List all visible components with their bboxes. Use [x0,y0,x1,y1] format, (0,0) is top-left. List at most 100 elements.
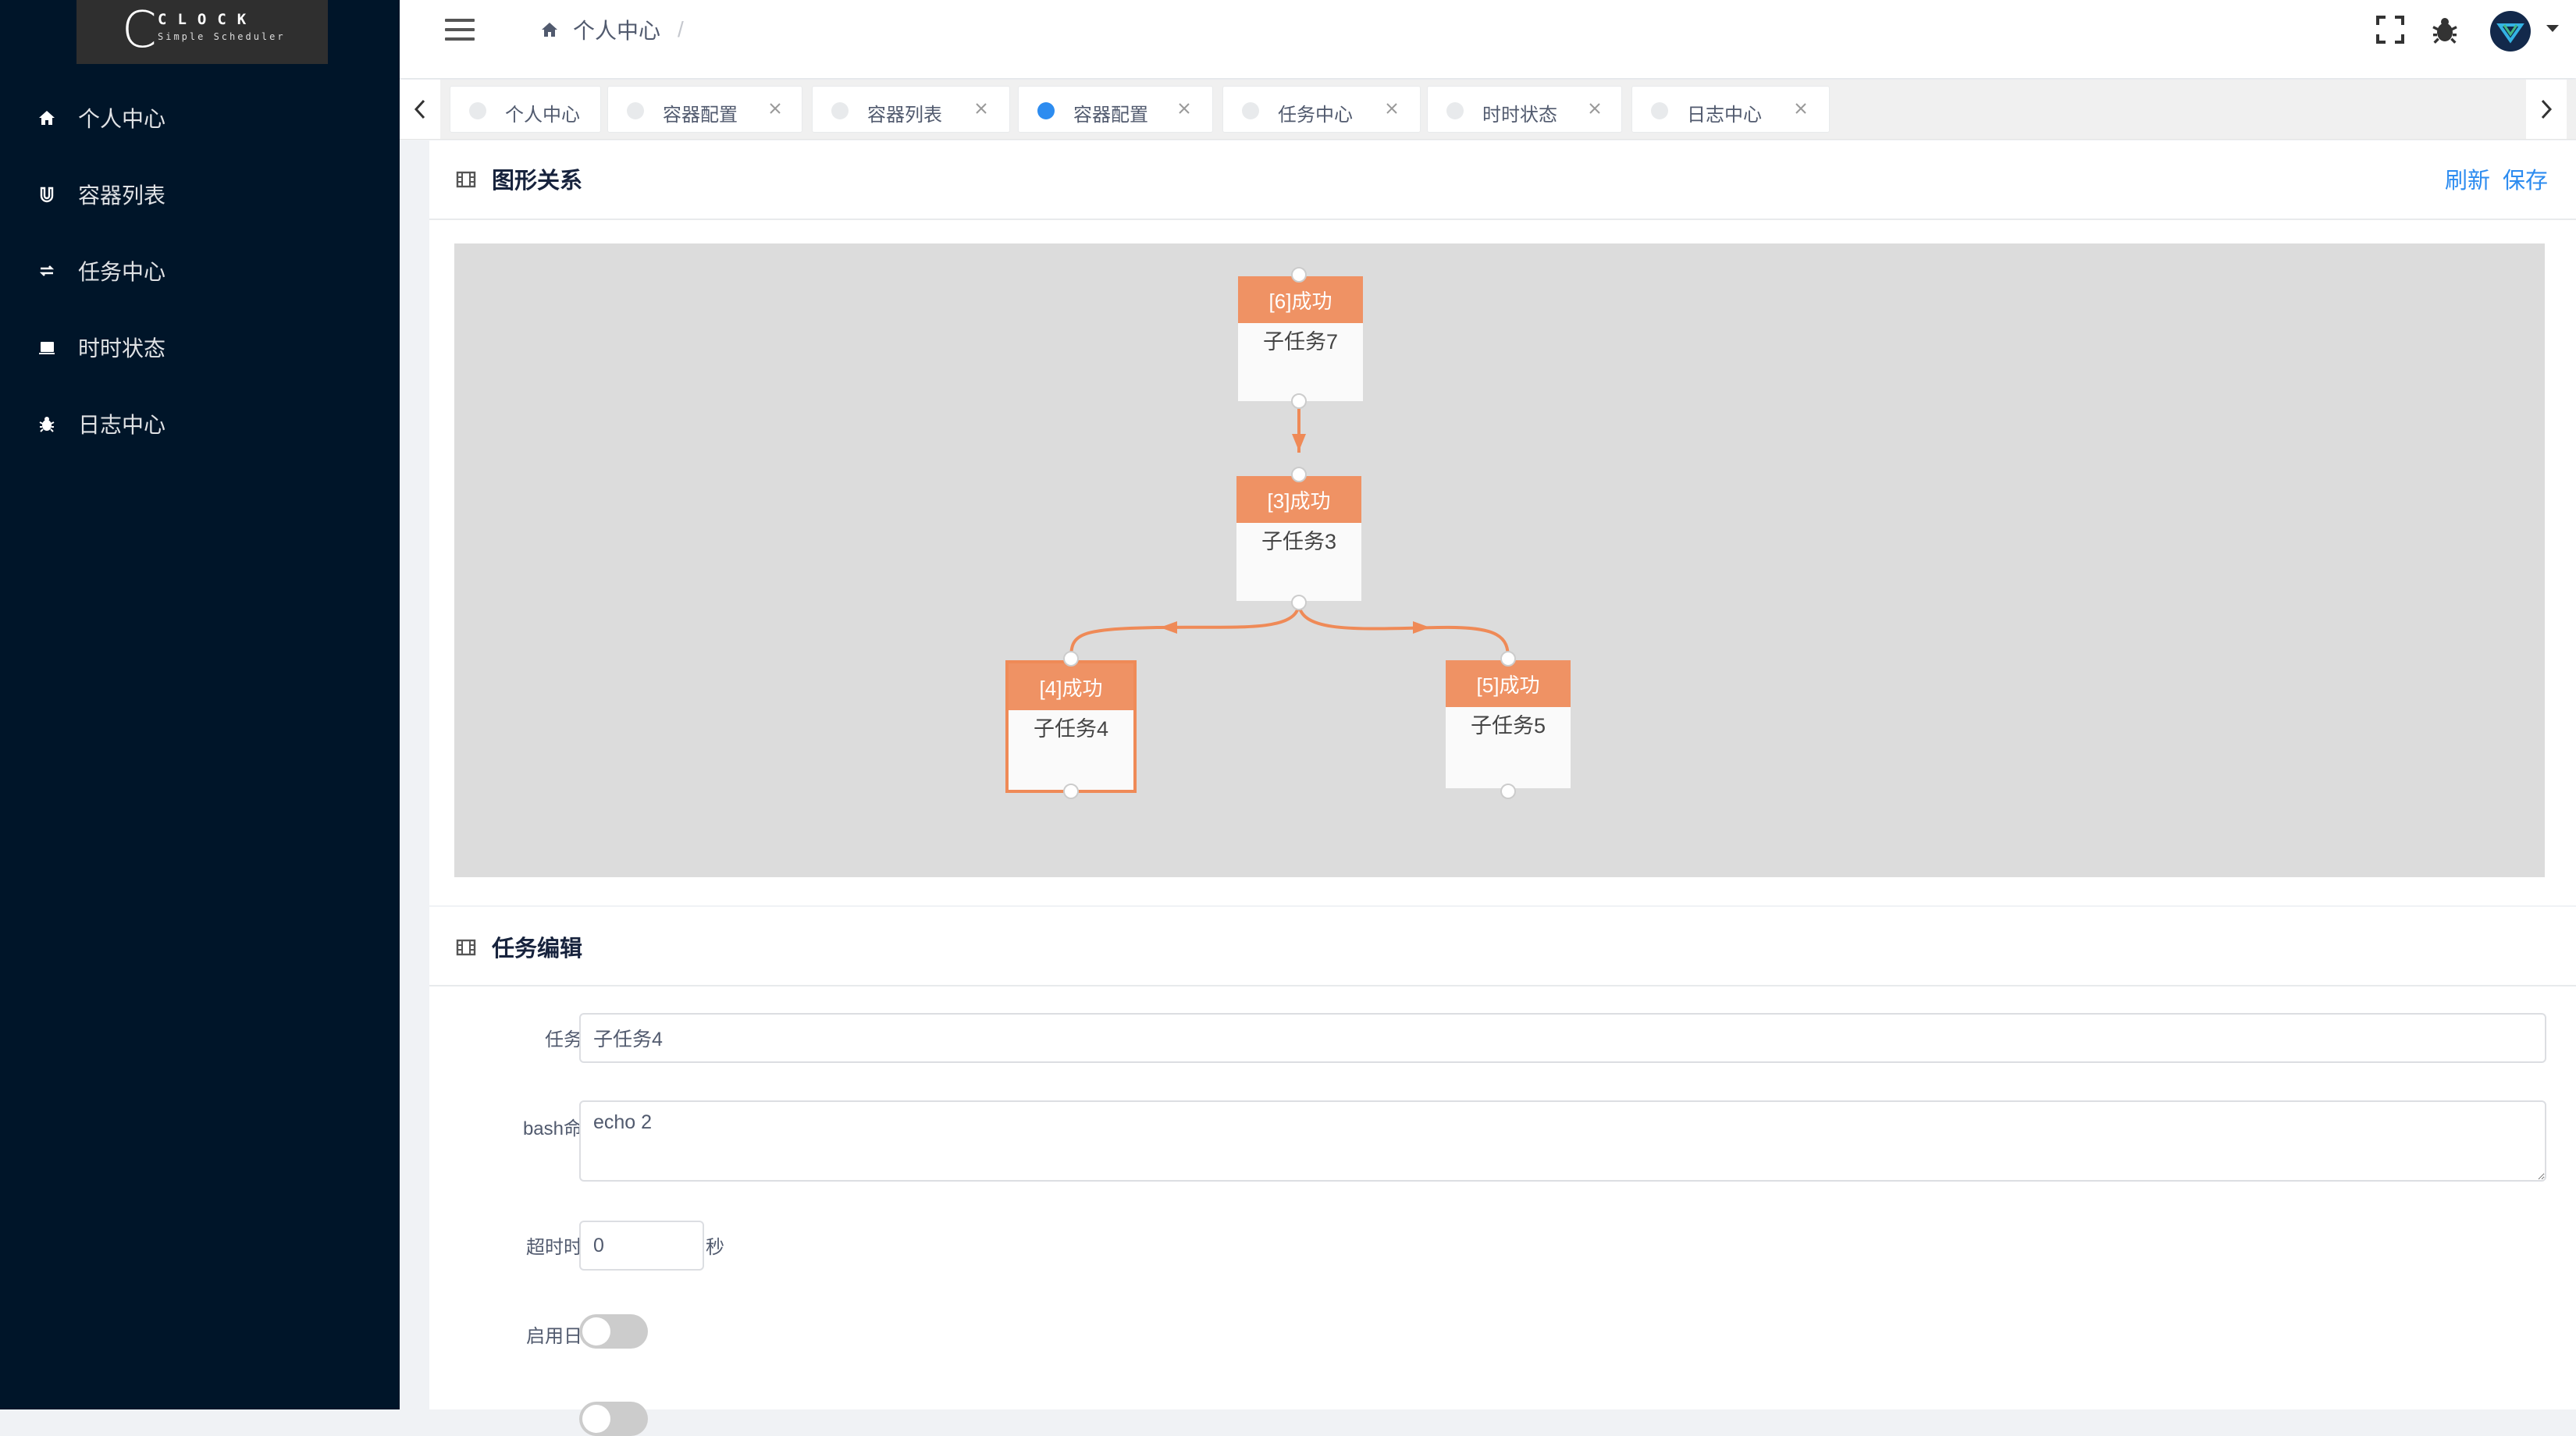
node-output-port[interactable] [1063,784,1079,799]
tab-container-config[interactable]: 容器配置 [607,86,802,133]
breadcrumb: 个人中心 / [540,14,684,45]
tab-label: 时时状态 [1482,105,1557,126]
tab-label: 容器列表 [867,105,942,126]
breadcrumb-separator: / [678,17,684,41]
next-switch[interactable] [579,1402,648,1436]
logo-letter: C [122,2,157,59]
film-icon [456,938,476,957]
sidebar-item-tasks[interactable]: 任务中心 [0,233,400,309]
avatar[interactable] [2490,11,2531,52]
edit-panel-header: 任务编辑 [429,907,2576,986]
task-node[interactable]: [3]成功 子任务3 [1236,476,1361,601]
tab-container-config-active[interactable]: 容器配置 [1018,86,1213,133]
sidebar-item-label: 日志中心 [78,413,166,437]
tab-live-status[interactable]: 时时状态 [1427,86,1622,133]
timeout-unit: 秒 [706,1237,724,1258]
edit-panel-title: 任务编辑 [492,937,583,961]
sidebar-item-label: 时时状态 [78,336,166,361]
node-name: 子任务3 [1261,530,1337,553]
film-icon [456,170,476,189]
sidebar-item-profile[interactable]: 个人中心 [0,80,400,156]
tab-label: 容器配置 [1073,105,1148,126]
node-name: 子任务5 [1470,714,1546,738]
switch-knob [582,1405,610,1433]
arrow-head [1160,621,1177,634]
node-status: [3]成功 [1236,476,1361,523]
task-node[interactable]: [6]成功 子任务7 [1238,276,1363,401]
tab-status-dot [1242,102,1259,119]
bug-icon[interactable] [2429,14,2460,45]
close-icon[interactable] [1585,96,1604,121]
graph-panel-title: 图形关系 [492,169,583,194]
node-status: [6]成功 [1238,276,1363,323]
node-input-port[interactable] [1500,651,1516,666]
fullscreen-icon[interactable] [2375,14,2406,45]
sidebar-item-logs[interactable]: 日志中心 [0,386,400,462]
tab-label: 个人中心 [505,105,580,126]
graph-edge [1069,602,1300,659]
node-input-port[interactable] [1291,267,1307,283]
graph-edge [1297,602,1510,659]
enable-log-switch[interactable] [579,1314,648,1349]
tab-label: 容器配置 [663,105,738,126]
tab-status-dot [627,102,644,119]
logo-subtitle: Simple Scheduler [158,31,286,42]
tab-profile[interactable]: 个人中心 [450,86,601,133]
task-node-selected[interactable]: [4]成功 子任务4 [1005,660,1137,793]
scroll-left-icon[interactable] [400,80,440,139]
magnet-icon [36,183,58,205]
sidebar-item-label: 任务中心 [78,260,166,284]
home-icon[interactable] [540,20,559,39]
bug-icon [36,413,58,435]
sidebar-item-status[interactable]: 时时状态 [0,309,400,386]
arrow-head [1292,434,1306,451]
node-status: [4]成功 [1009,663,1133,710]
home-icon [36,107,58,129]
top-header: 个人中心 / [400,0,2576,78]
node-input-port[interactable] [1291,467,1307,482]
tab-status-dot [1446,102,1464,119]
node-output-port[interactable] [1291,393,1307,409]
tab-task-center[interactable]: 任务中心 [1222,86,1421,133]
graph-panel-header: 图形关系 刷新 保存 [429,140,2576,220]
app-logo[interactable]: C CLOCK Simple Scheduler [76,0,328,64]
close-icon[interactable] [1175,96,1194,121]
menu-toggle-icon[interactable] [445,19,475,41]
sidebar-item-label: 个人中心 [78,107,166,131]
timeout-input[interactable] [579,1221,704,1271]
scroll-right-icon[interactable] [2526,80,2567,139]
save-button[interactable]: 保存 [2503,162,2548,195]
task-name-input[interactable] [579,1013,2546,1063]
graph-canvas[interactable]: [6]成功 子任务7 [3]成功 子任务3 [4]成功 子任务4 [5]成功 子… [454,243,2545,877]
tab-bar: 个人中心 容器配置 容器列表 容器配置 任务中心 时时状态 日志中心 [400,80,2576,140]
tab-status-dot [469,102,486,119]
sidebar-item-label: 容器列表 [78,183,166,208]
bash-command-textarea[interactable]: echo 2 [579,1100,2546,1182]
close-icon[interactable] [972,96,991,121]
refresh-icon [36,260,58,282]
close-icon[interactable] [1382,96,1401,121]
monitor-icon [36,336,58,358]
close-icon[interactable] [766,96,785,121]
node-input-port[interactable] [1063,651,1079,666]
tab-label: 任务中心 [1278,105,1353,126]
tab-status-dot [1651,102,1668,119]
node-status: [5]成功 [1446,660,1571,707]
logo-word: CLOCK [158,11,258,28]
sidebar-item-containers[interactable]: 容器列表 [0,156,400,233]
tab-status-dot [831,102,849,119]
tab-container-list[interactable]: 容器列表 [812,86,1010,133]
node-output-port[interactable] [1500,784,1516,799]
switch-knob [582,1317,610,1345]
refresh-button[interactable]: 刷新 [2445,162,2490,195]
tab-label: 日志中心 [1687,105,1762,126]
sidebar: C CLOCK Simple Scheduler 个人中心 容器列表 任务中心 … [0,0,400,1409]
task-node[interactable]: [5]成功 子任务5 [1446,660,1571,788]
tab-log-center[interactable]: 日志中心 [1631,86,1830,133]
close-icon[interactable] [1791,96,1810,121]
breadcrumb-item[interactable]: 个人中心 [573,14,660,45]
tab-status-dot [1037,102,1055,119]
caret-down-icon[interactable] [2545,23,2560,39]
node-output-port[interactable] [1291,595,1307,610]
node-name: 子任务7 [1262,330,1339,354]
